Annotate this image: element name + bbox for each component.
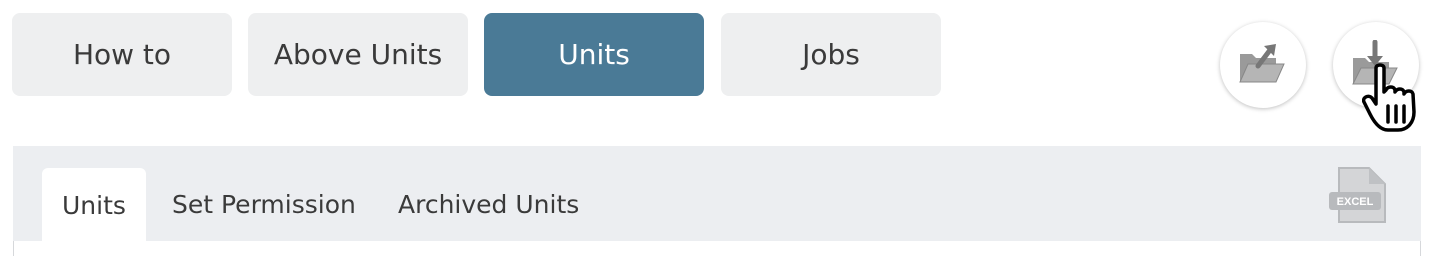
panel-content-area [13,241,1421,256]
app-root: How to Above Units Units Jobs Units Set … [0,0,1432,256]
excel-label: EXCEL [1337,196,1374,208]
subtab-set-permission-label: Set Permission [172,190,356,219]
subtab-archived-units[interactable]: Archived Units [398,168,579,241]
units-panel: Units Set Permission Archived Units EXCE… [13,146,1421,256]
excel-export-icon[interactable]: EXCEL [1327,164,1391,226]
tab-above-units-label: Above Units [273,38,443,71]
tab-how-to[interactable]: How to [12,13,232,96]
subtab-set-permission[interactable]: Set Permission [172,168,356,241]
upload-button[interactable] [1220,22,1306,108]
subtab-units-label: Units [62,190,126,220]
tab-how-to-label: How to [72,38,172,71]
tab-above-units[interactable]: Above Units [248,13,468,96]
folder-upload-icon [1236,40,1290,90]
tab-jobs[interactable]: Jobs [721,13,941,96]
subtab-archived-units-label: Archived Units [398,190,580,219]
tab-units[interactable]: Units [484,13,704,96]
tab-units-label: Units [558,38,630,71]
hand-pointer-icon [1361,62,1428,134]
subtab-units[interactable]: Units [42,168,146,242]
tab-jobs-label: Jobs [802,38,860,71]
